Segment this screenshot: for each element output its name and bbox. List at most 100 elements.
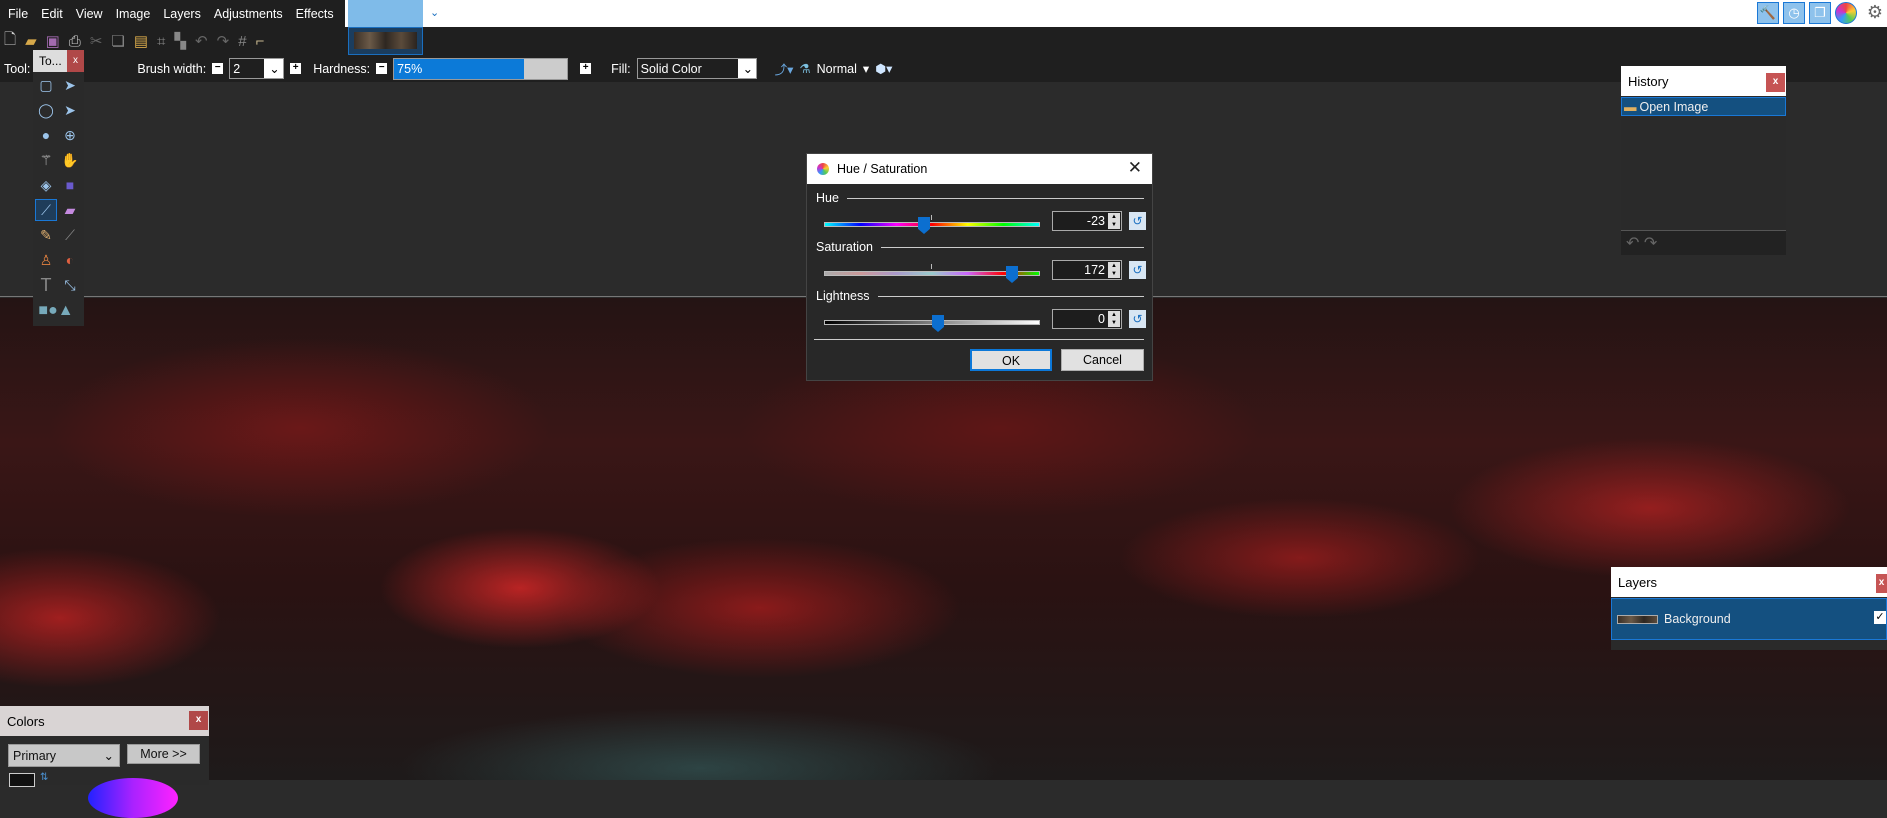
gradient-icon[interactable]: ■: [59, 174, 81, 196]
blend-mode-icon[interactable]: ⚗: [799, 61, 810, 76]
brush-width-combo[interactable]: 2 ⌄: [229, 58, 285, 79]
chevron-down-icon[interactable]: ⌄: [738, 61, 753, 76]
image-tab[interactable]: [348, 0, 423, 27]
saturation-input[interactable]: 172 ▲ ▼: [1052, 260, 1122, 280]
move-selected-icon[interactable]: ➤: [59, 74, 81, 96]
menu-file[interactable]: File: [8, 7, 28, 21]
move-selection-icon[interactable]: ➤: [59, 99, 81, 121]
text-icon[interactable]: T: [35, 274, 57, 296]
redo-icon[interactable]: ↷: [1644, 235, 1657, 252]
brush-width-decrease-button[interactable]: −: [212, 63, 224, 74]
menu-view[interactable]: View: [76, 7, 103, 21]
history-close-button[interactable]: x: [1766, 73, 1785, 92]
swap-colors-icon[interactable]: ⇅: [40, 772, 48, 783]
toolbox-panel: ▢ ➤ ◯ ➤ ● ⊕ ⚚ ✋ ◈ ■ ⟋ ▰ ✎ ⟋ ♙ ◐ T ⤡ ■●▲: [33, 50, 84, 326]
menu-layers[interactable]: Layers: [163, 7, 201, 21]
grid-icon[interactable]: #: [238, 33, 246, 50]
settings-icon[interactable]: ⚙: [1867, 2, 1883, 23]
paintbrush-icon[interactable]: ⟋: [35, 199, 57, 221]
layers-close-button[interactable]: x: [1876, 574, 1887, 593]
crop-icon[interactable]: ⌗: [157, 33, 165, 50]
save-icon[interactable]: ▣: [46, 32, 60, 50]
hue-input[interactable]: -23 ▲ ▼: [1052, 211, 1122, 231]
zoom-icon[interactable]: ⊕: [59, 124, 81, 146]
lightness-reset-button[interactable]: ↺: [1129, 310, 1146, 328]
saturation-reset-button[interactable]: ↺: [1129, 261, 1146, 279]
hardness-decrease-button[interactable]: −: [376, 63, 388, 74]
hue-reset-button[interactable]: ↺: [1129, 212, 1146, 230]
lightness-input[interactable]: 0 ▲ ▼: [1052, 309, 1122, 329]
clone-stamp-icon[interactable]: ♙: [35, 249, 57, 271]
cancel-button[interactable]: Cancel: [1061, 349, 1144, 371]
paint-bucket-icon[interactable]: ◈: [35, 174, 57, 196]
panel-toggles: 🔨 ◷ ❐: [1757, 2, 1857, 24]
colors-icon[interactable]: [1835, 2, 1857, 24]
color-mode-value: Primary: [13, 749, 57, 763]
layers-icon[interactable]: ❐: [1809, 2, 1831, 24]
toolbox-close-button[interactable]: x: [67, 50, 84, 72]
new-icon[interactable]: 🗋: [4, 29, 16, 54]
pan-icon[interactable]: ✋: [59, 149, 81, 171]
hardness-increase-button[interactable]: +: [580, 63, 592, 74]
line-curve-icon[interactable]: ⤡: [59, 274, 81, 296]
blend-mode[interactable]: Normal: [817, 62, 857, 76]
color-mode-select[interactable]: Primary ⌄: [8, 744, 120, 767]
lightness-value: 0: [1098, 312, 1105, 326]
rectangle-select-icon[interactable]: ▢: [35, 74, 57, 96]
history-item[interactable]: ▬ Open Image: [1621, 97, 1786, 116]
deselect-icon[interactable]: ▚: [174, 32, 186, 50]
hardness-value: 75%: [397, 61, 423, 76]
hardness-slider[interactable]: 75%: [393, 57, 569, 80]
close-icon[interactable]: ✕: [1128, 158, 1142, 178]
colors-header: Colors x: [0, 706, 209, 736]
layer-visibility-checkbox[interactable]: ✓: [1874, 611, 1886, 624]
undo-icon[interactable]: ↶: [1626, 235, 1639, 252]
eraser-icon[interactable]: ▰: [59, 199, 81, 221]
lightness-spinner[interactable]: ▲ ▼: [1108, 311, 1120, 327]
fill-combo[interactable]: Solid Color ⌄: [636, 58, 757, 79]
color-wheel[interactable]: [88, 778, 178, 818]
menu-image[interactable]: Image: [116, 7, 151, 21]
saturation-spinner[interactable]: ▲ ▼: [1108, 262, 1120, 278]
colors-close-button[interactable]: x: [189, 711, 208, 730]
menu-edit[interactable]: Edit: [41, 7, 63, 21]
history-controls: ↶ ↷: [1621, 230, 1786, 255]
pencil-icon[interactable]: ✎: [35, 224, 57, 246]
ok-button[interactable]: OK: [970, 349, 1052, 371]
hue-spinner[interactable]: ▲ ▼: [1108, 213, 1120, 229]
ellipse-select-icon[interactable]: ●: [35, 124, 57, 146]
chevron-down-icon[interactable]: ⌄: [264, 61, 279, 76]
toolbox-header[interactable]: To... x: [33, 50, 84, 72]
lasso-select-icon[interactable]: ◯: [35, 99, 57, 121]
chevron-down-icon[interactable]: ▾: [863, 61, 869, 76]
brush-width-increase-button[interactable]: +: [290, 63, 302, 74]
saturation-slider-thumb[interactable]: [1006, 266, 1018, 283]
fill-label: Fill:: [611, 61, 631, 76]
paste-icon[interactable]: ▤: [134, 32, 148, 50]
menu-effects[interactable]: Effects: [296, 7, 334, 21]
copy-icon[interactable]: ❏: [111, 32, 124, 50]
tools-icon[interactable]: 🔨: [1757, 2, 1779, 24]
cut-icon[interactable]: ✂: [90, 32, 103, 50]
hue-slider-thumb[interactable]: [918, 217, 930, 234]
menu-adjustments[interactable]: Adjustments: [214, 7, 283, 21]
recolor-icon[interactable]: ◐: [59, 249, 81, 271]
brush-width-value[interactable]: 2: [230, 59, 265, 78]
selection-mode-icon[interactable]: ⬢▾: [875, 61, 892, 76]
hue-slider[interactable]: [824, 222, 1040, 227]
magic-wand-icon[interactable]: ⚚: [35, 149, 57, 171]
image-thumbnail[interactable]: [348, 27, 423, 55]
shapes-icon[interactable]: ■●▲: [38, 300, 73, 322]
undo-icon[interactable]: ↶: [195, 32, 208, 50]
layer-item[interactable]: Background ✓: [1611, 598, 1887, 640]
color-picker-icon[interactable]: ⟋: [59, 224, 81, 246]
tab-list-chevron-icon[interactable]: ⌄: [430, 6, 439, 19]
ruler-icon[interactable]: ⌐: [256, 33, 265, 50]
antialiasing-icon[interactable]: ⤴▾: [775, 59, 794, 78]
lightness-slider-thumb[interactable]: [932, 315, 944, 332]
redo-icon[interactable]: ↷: [217, 32, 230, 50]
print-icon[interactable]: ⎙: [69, 33, 81, 50]
more-colors-button[interactable]: More >>: [127, 744, 200, 764]
history-icon[interactable]: ◷: [1783, 2, 1805, 24]
open-icon[interactable]: ▰: [25, 32, 37, 50]
